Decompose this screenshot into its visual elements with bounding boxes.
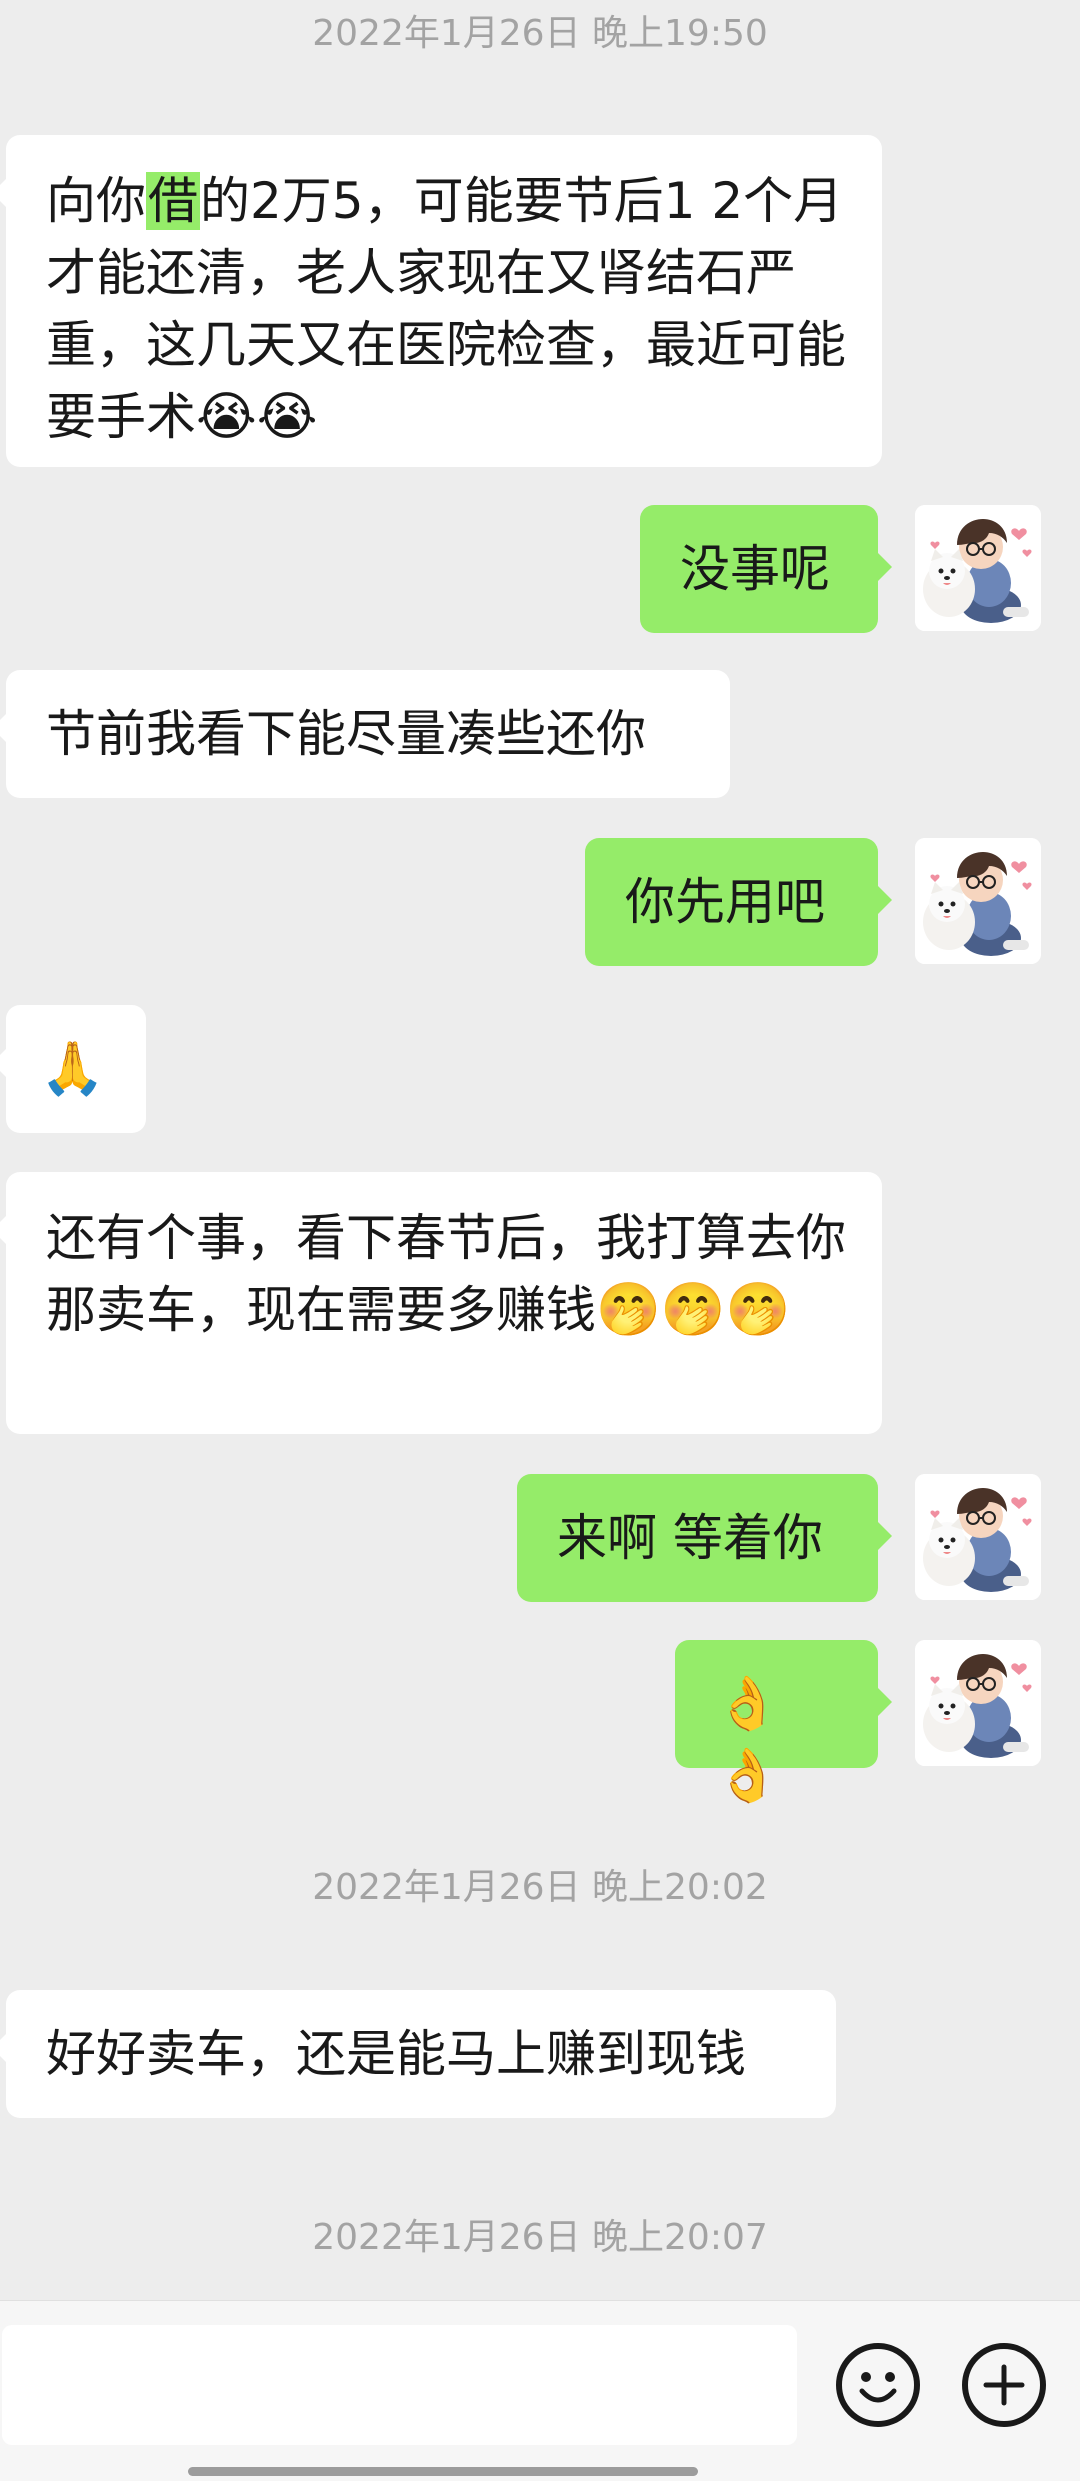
message-bubble-incoming[interactable]: 节前我看下能尽量凑些还你 (0, 670, 730, 798)
plus-circle-icon (983, 2364, 1025, 2406)
message-text: 没事呢 (680, 540, 830, 598)
avatar[interactable] (915, 1640, 1041, 1766)
crying-laughing-emoji-icon: 😭😭 (196, 387, 318, 447)
boy-with-dog-avatar-icon (915, 838, 1041, 964)
more-button[interactable] (962, 2343, 1046, 2427)
avatar[interactable] (915, 838, 1041, 964)
emoji-button[interactable] (836, 2343, 920, 2427)
boy-with-dog-avatar-icon (915, 1474, 1041, 1600)
message-text: 节前我看下能尽量凑些还你 (46, 705, 646, 763)
message-bubble-incoming[interactable]: 向你借的2万5，可能要节后1 2个月才能还清，老人家现在又肾结石严重，这几天又在… (0, 135, 882, 467)
smiley-face-icon (859, 2372, 897, 2403)
message-bubble-outgoing[interactable]: 👌👌 (675, 1640, 892, 1806)
praying-hands-emoji-icon: 🙏 (40, 1039, 105, 1099)
avatar[interactable] (915, 1474, 1041, 1600)
message-text: 你先用吧 (625, 873, 825, 931)
chat-input-bar (0, 2300, 1080, 2481)
message-bubble-incoming[interactable]: 好好卖车，还是能马上赚到现钱 (0, 1990, 836, 2118)
ok-hand-emoji-icon: 👌👌 (715, 1674, 780, 1806)
timestamp: 2022年1月26日 晚上20:07 (312, 2217, 768, 2258)
message-text: 好好卖车，还是能马上赚到现钱 (46, 2025, 746, 2083)
message-text: 来啊 等着你 (557, 1509, 823, 1567)
smirking-emoji-icon: 🤭🤭🤭 (596, 1280, 791, 1340)
home-indicator (188, 2467, 698, 2476)
message-text: 向你 (46, 172, 146, 230)
avatar[interactable] (915, 505, 1041, 631)
message-input[interactable] (2, 2325, 797, 2445)
message-bubble-outgoing[interactable]: 没事呢 (640, 505, 892, 633)
timestamp: 2022年1月26日 晚上20:02 (312, 1867, 768, 1908)
message-bubble-outgoing[interactable]: 来啊 等着你 (517, 1474, 892, 1602)
boy-with-dog-avatar-icon (915, 505, 1041, 631)
message-bubble-incoming[interactable]: 还有个事，看下春节后，我打算去你那卖车，现在需要多赚钱🤭🤭🤭 (0, 1172, 882, 1434)
highlighted-text: 借 (146, 172, 200, 230)
message-bubble-incoming[interactable]: 🙏 (0, 1005, 146, 1133)
message-bubble-outgoing[interactable]: 你先用吧 (585, 838, 892, 966)
boy-with-dog-avatar-icon (915, 1640, 1041, 1766)
timestamp: 2022年1月26日 晚上19:50 (312, 13, 768, 54)
